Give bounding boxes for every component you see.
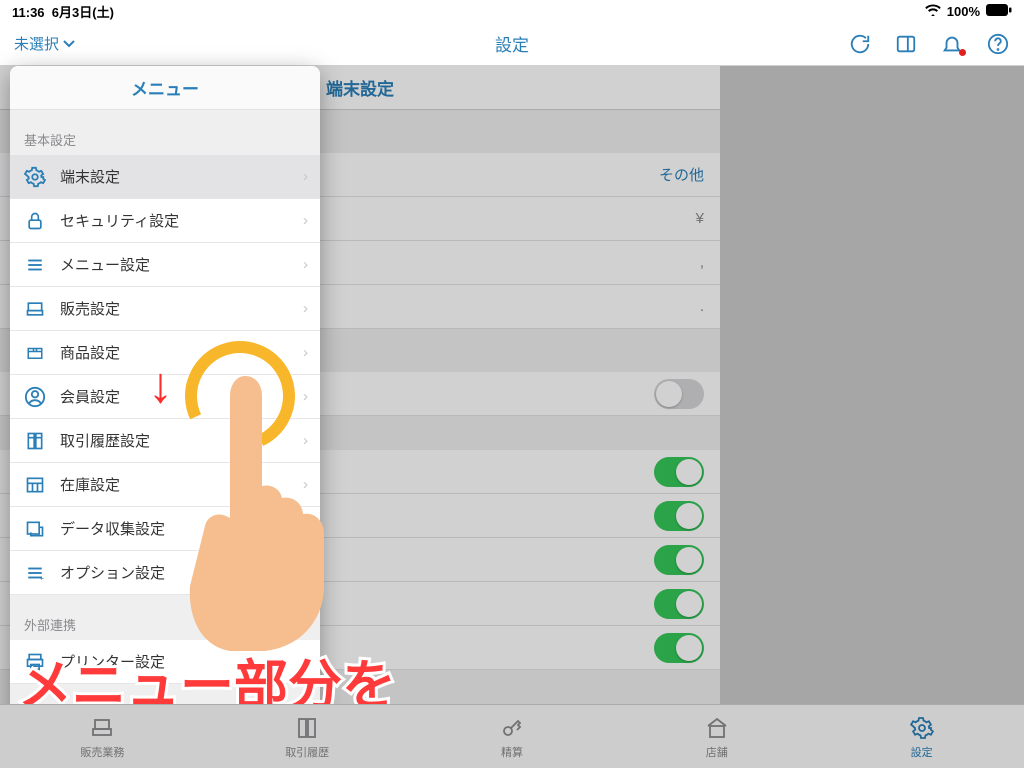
- list-icon: [22, 252, 48, 278]
- refresh-button[interactable]: [848, 32, 872, 56]
- key-icon: [498, 714, 526, 742]
- register-icon: [88, 714, 116, 742]
- chevron-right-icon: ›: [303, 256, 308, 273]
- menu-item-label: メニュー設定: [60, 254, 150, 275]
- menu-section-basic: 基本設定: [10, 110, 320, 155]
- menu-item-menu[interactable]: メニュー設定 ›: [10, 243, 320, 287]
- gear-icon: [908, 714, 936, 742]
- store-icon: [703, 714, 731, 742]
- battery-icon: [986, 4, 1012, 19]
- lock-icon: [22, 208, 48, 234]
- tab-store[interactable]: 店舗: [614, 705, 819, 768]
- tab-label: 店舗: [706, 744, 728, 760]
- menu-item-sales[interactable]: 販売設定 ›: [10, 287, 320, 331]
- chevron-right-icon: ›: [303, 212, 308, 229]
- inventory-icon: [22, 472, 48, 498]
- tab-label: 精算: [501, 744, 523, 760]
- panel-button[interactable]: [894, 32, 918, 56]
- menu-item-label: 会員設定: [60, 386, 120, 407]
- box-icon: [22, 340, 48, 366]
- data-icon: [22, 516, 48, 542]
- toggle-switch[interactable]: [654, 633, 704, 663]
- menu-item-label: セキュリティ設定: [60, 210, 179, 231]
- user-icon: [22, 384, 48, 410]
- tab-bar: 販売業務 取引履歴 精算 店舗 設定: [0, 704, 1024, 768]
- toggle-switch[interactable]: [654, 501, 704, 531]
- toggle-switch[interactable]: [654, 545, 704, 575]
- toggle-switch[interactable]: [654, 457, 704, 487]
- notification-dot-icon: [959, 49, 966, 56]
- menu-title: メニュー: [10, 66, 320, 110]
- menu-item-label: 端末設定: [60, 166, 120, 187]
- tab-settings[interactable]: 設定: [819, 705, 1024, 768]
- menu-item-label: 販売設定: [60, 298, 120, 319]
- menu-item-label: 在庫設定: [60, 474, 120, 495]
- menu-item-label: 取引履歴設定: [60, 430, 150, 451]
- chevron-down-icon: [63, 35, 75, 52]
- status-date: 6月3日(土): [52, 5, 114, 20]
- menu-item-terminal[interactable]: 端末設定 ›: [10, 155, 320, 199]
- tab-label: 取引履歴: [285, 744, 329, 760]
- menu-item-label: 商品設定: [60, 342, 120, 363]
- svg-text:+: +: [40, 573, 45, 582]
- gear-icon: [22, 164, 48, 190]
- tab-label: 設定: [911, 744, 933, 760]
- status-bar: 11:36 6月3日(土) 100%: [0, 0, 1024, 22]
- page-title: 設定: [495, 31, 529, 56]
- history-icon: [22, 428, 48, 454]
- toggle-switch[interactable]: [654, 379, 704, 409]
- store-selector[interactable]: 未選択: [14, 33, 75, 54]
- nav-bar: 未選択 設定: [0, 22, 1024, 66]
- history-icon: [293, 714, 321, 742]
- help-button[interactable]: [986, 32, 1010, 56]
- tab-label: 販売業務: [80, 744, 124, 760]
- tab-sales[interactable]: 販売業務: [0, 705, 205, 768]
- bell-button[interactable]: [940, 32, 964, 56]
- chevron-right-icon: ›: [303, 300, 308, 317]
- tab-history[interactable]: 取引履歴: [205, 705, 410, 768]
- tab-closing[interactable]: 精算: [410, 705, 615, 768]
- menu-item-label: データ収集設定: [60, 518, 165, 539]
- toggle-switch[interactable]: [654, 589, 704, 619]
- menu-item-label: オプション設定: [60, 562, 165, 583]
- wifi-icon: [925, 4, 941, 19]
- register-icon: [22, 296, 48, 322]
- status-time: 11:36: [12, 5, 45, 20]
- chevron-right-icon: ›: [303, 168, 308, 185]
- option-icon: +: [22, 560, 48, 586]
- tutorial-hand-icon: [170, 366, 340, 661]
- store-selector-label: 未選択: [14, 33, 59, 54]
- menu-item-security[interactable]: セキュリティ設定 ›: [10, 199, 320, 243]
- chevron-right-icon: ›: [303, 344, 308, 361]
- battery-percent: 100%: [947, 4, 980, 19]
